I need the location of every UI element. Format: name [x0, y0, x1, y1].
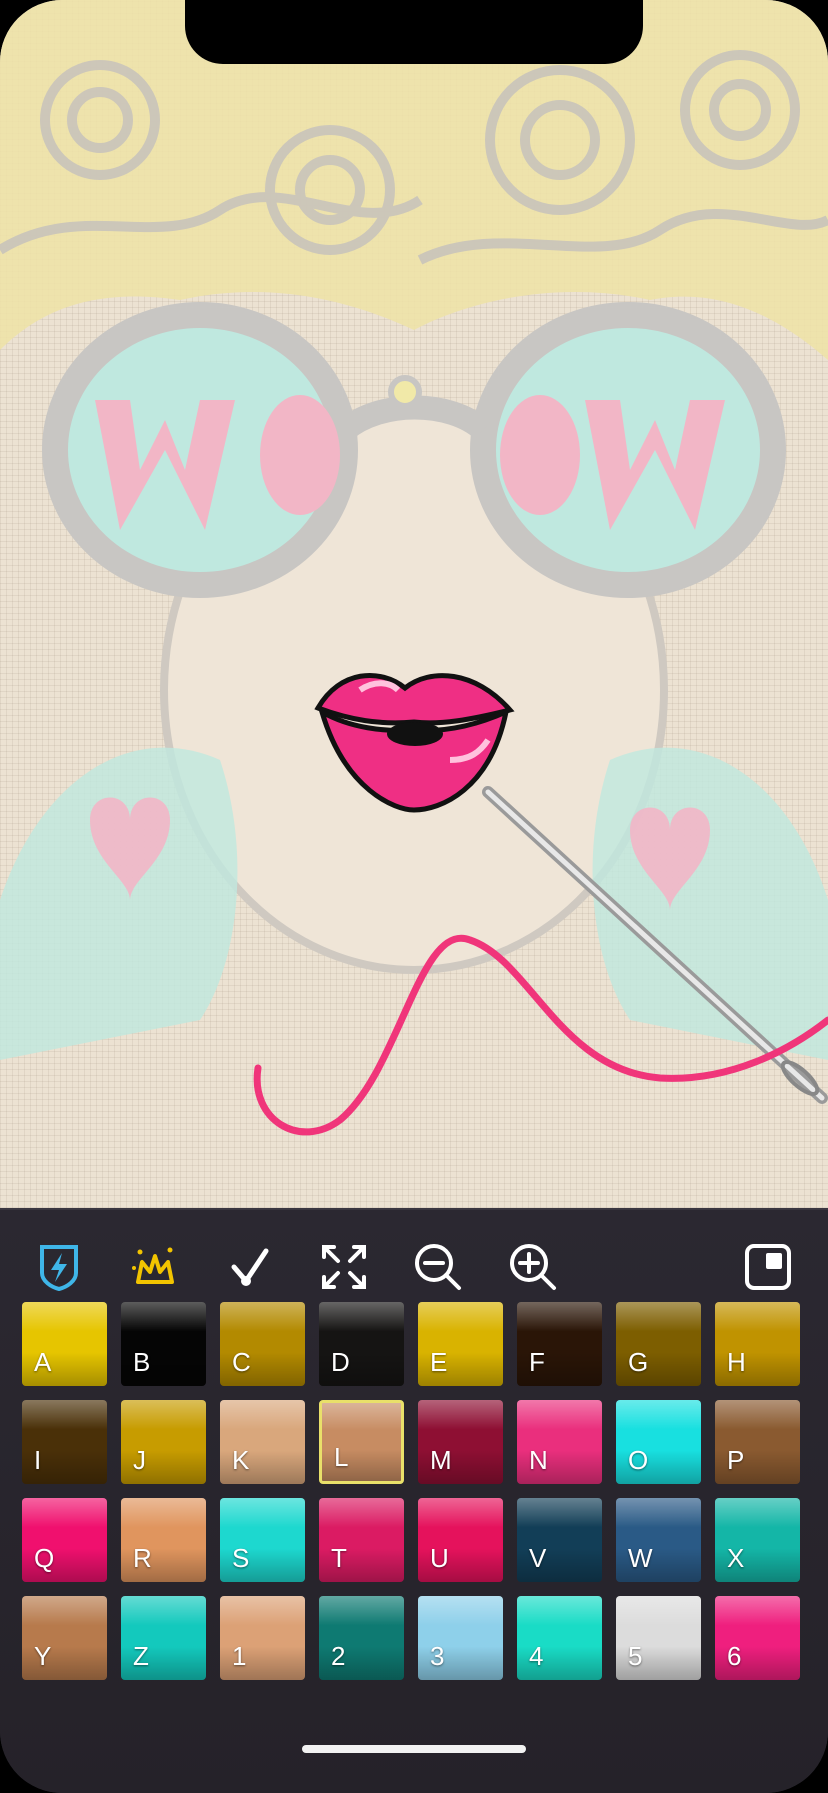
- swatch-label: X: [727, 1543, 745, 1573]
- pattern-artwork: [0, 0, 828, 1136]
- swatch-label: 6: [727, 1641, 742, 1671]
- swatch-label: N: [529, 1445, 548, 1475]
- swatch-label: T: [331, 1543, 347, 1573]
- swatch-label: Z: [133, 1641, 149, 1671]
- color-swatch-g[interactable]: G: [616, 1302, 701, 1386]
- swatch-label: R: [133, 1543, 152, 1573]
- left-sleeve: [0, 747, 238, 1060]
- swatch-label: E: [430, 1347, 448, 1377]
- color-swatch-m[interactable]: M: [418, 1400, 503, 1484]
- swatch-label: L: [334, 1442, 349, 1472]
- color-swatch-l[interactable]: L: [319, 1400, 404, 1484]
- color-swatch-v[interactable]: V: [517, 1498, 602, 1582]
- color-swatch-j[interactable]: J: [121, 1400, 206, 1484]
- color-swatch-b[interactable]: B: [121, 1302, 206, 1386]
- color-swatch-h[interactable]: H: [715, 1302, 800, 1386]
- device-notch: [185, 0, 643, 64]
- color-swatch-n[interactable]: N: [517, 1400, 602, 1484]
- color-swatch-t[interactable]: T: [319, 1498, 404, 1582]
- swatch-label: 1: [232, 1641, 247, 1671]
- color-swatch-r[interactable]: R: [121, 1498, 206, 1582]
- fit-screen-icon[interactable]: [317, 1240, 371, 1294]
- color-swatch-a[interactable]: A: [22, 1302, 107, 1386]
- color-swatch-3[interactable]: 3: [418, 1596, 503, 1680]
- swatch-label: S: [232, 1543, 250, 1573]
- color-swatch-k[interactable]: K: [220, 1400, 305, 1484]
- color-swatch-1[interactable]: 1: [220, 1596, 305, 1680]
- swatch-label: B: [133, 1347, 151, 1377]
- swatch-label: P: [727, 1445, 745, 1475]
- checkmark-needle-icon[interactable]: [223, 1240, 277, 1294]
- swatch-label: Q: [34, 1543, 55, 1573]
- minimap-icon[interactable]: [741, 1240, 795, 1294]
- color-swatch-z[interactable]: Z: [121, 1596, 206, 1680]
- color-swatch-f[interactable]: F: [517, 1302, 602, 1386]
- color-swatch-w[interactable]: W: [616, 1498, 701, 1582]
- swatch-label: C: [232, 1347, 251, 1377]
- color-swatch-e[interactable]: E: [418, 1302, 503, 1386]
- swatch-label: V: [529, 1543, 547, 1573]
- swatch-label: 3: [430, 1641, 445, 1671]
- color-swatch-2[interactable]: 2: [319, 1596, 404, 1680]
- color-swatch-s[interactable]: S: [220, 1498, 305, 1582]
- color-swatch-d[interactable]: D: [319, 1302, 404, 1386]
- color-swatch-6[interactable]: 6: [715, 1596, 800, 1680]
- swatch-label: A: [34, 1347, 52, 1377]
- swatch-label: I: [34, 1445, 42, 1475]
- swatch-label: O: [628, 1445, 649, 1475]
- color-swatch-c[interactable]: C: [220, 1302, 305, 1386]
- swatch-label: 4: [529, 1641, 544, 1671]
- color-swatch-o[interactable]: O: [616, 1400, 701, 1484]
- swatch-label: F: [529, 1347, 545, 1377]
- home-indicator[interactable]: [302, 1745, 526, 1753]
- embroidery-canvas[interactable]: [0, 0, 828, 1208]
- zoom-in-icon[interactable]: [506, 1240, 560, 1294]
- color-swatch-u[interactable]: U: [418, 1498, 503, 1582]
- zoom-out-icon[interactable]: [411, 1240, 465, 1294]
- color-swatch-x[interactable]: X: [715, 1498, 800, 1582]
- color-swatch-q[interactable]: Q: [22, 1498, 107, 1582]
- swatch-label: U: [430, 1543, 449, 1573]
- color-swatch-y[interactable]: Y: [22, 1596, 107, 1680]
- swatch-label: K: [232, 1445, 250, 1475]
- color-swatch-4[interactable]: 4: [517, 1596, 602, 1680]
- swatch-label: H: [727, 1347, 746, 1377]
- magic-wand-icon[interactable]: [128, 1240, 182, 1294]
- color-palette-grid: A B C D E F G H I J K L M N O P Q R S T U V W X Y Z 1 2 3 4 5 6: [22, 1302, 806, 1680]
- game-screen: A B C D E F G H I J K L M N O P Q R S T U V W X Y Z 1 2 3 4 5 6: [0, 0, 828, 1793]
- toolbar: [0, 1230, 828, 1300]
- swatch-label: D: [331, 1347, 350, 1377]
- swatch-label: M: [430, 1445, 452, 1475]
- swatch-label: 5: [628, 1641, 643, 1671]
- swatch-label: W: [628, 1543, 653, 1573]
- right-sleeve: [592, 747, 828, 1060]
- color-swatch-5[interactable]: 5: [616, 1596, 701, 1680]
- swatch-label: G: [628, 1347, 649, 1377]
- lightning-shield-icon[interactable]: [32, 1240, 86, 1294]
- swatch-label: Y: [34, 1641, 52, 1671]
- swatch-label: J: [133, 1445, 146, 1475]
- palette-panel: A B C D E F G H I J K L M N O P Q R S T U V W X Y Z 1 2 3 4 5 6: [0, 1208, 828, 1793]
- color-swatch-p[interactable]: P: [715, 1400, 800, 1484]
- swatch-label: 2: [331, 1641, 346, 1671]
- color-swatch-i[interactable]: I: [22, 1400, 107, 1484]
